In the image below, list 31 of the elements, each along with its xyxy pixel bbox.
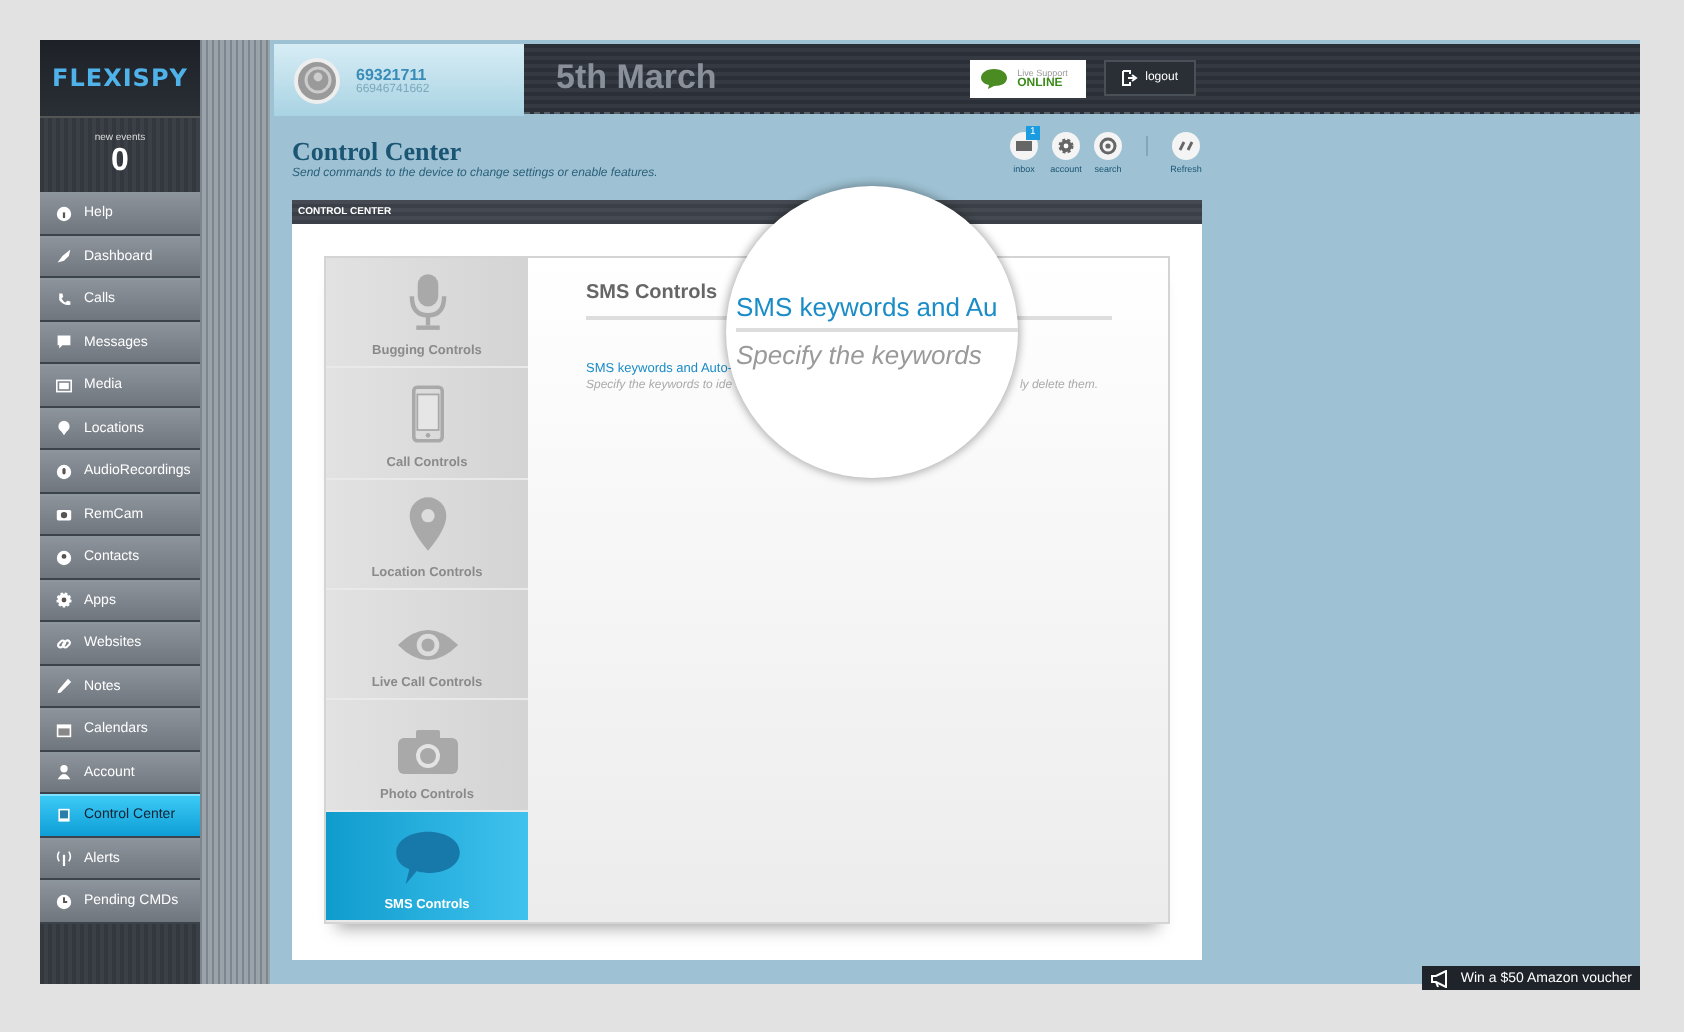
magnified-description: Specify the keywords: [736, 340, 982, 370]
page-title: Control Center: [292, 136, 464, 167]
clock-icon: [56, 893, 72, 910]
phone-icon: [56, 291, 72, 308]
eye-icon: [395, 626, 459, 665]
smartphone-icon: [411, 383, 443, 444]
picture-icon: [56, 377, 72, 394]
gear-icon: [56, 592, 72, 609]
speech-bubble-icon: [393, 829, 461, 886]
megaphone-icon: [1430, 969, 1451, 987]
antenna-icon: [56, 850, 72, 867]
person-icon: [56, 764, 72, 781]
camera-icon: [56, 506, 72, 523]
pin-icon: [407, 493, 447, 554]
avatar-icon: [294, 57, 340, 103]
camera-icon: [395, 727, 459, 776]
settings-icon[interactable]: [1052, 132, 1080, 160]
calendar-icon: [56, 721, 72, 738]
link-icon: [56, 635, 72, 652]
pencil-icon: [56, 678, 72, 695]
speech-bubble-icon: [979, 67, 1008, 89]
new-events-count: 0: [111, 144, 129, 178]
logo-text: FLEXISPY: [52, 64, 188, 92]
date-title: 5th March: [556, 58, 719, 98]
info-icon: [56, 205, 72, 222]
logout-icon: [1121, 70, 1138, 86]
message-icon: [56, 334, 72, 351]
pin-icon: [56, 420, 72, 437]
monitor-icon: [56, 807, 72, 824]
search-icon[interactable]: [1094, 132, 1122, 160]
device-name: 69321711: [356, 65, 427, 83]
